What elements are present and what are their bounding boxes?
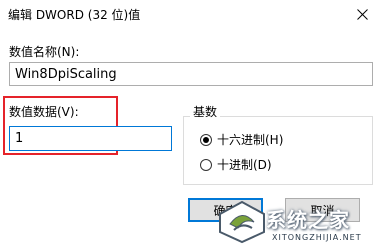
value-name-text: Win8DpiScaling	[15, 66, 117, 82]
value-data-text: 1	[15, 131, 24, 146]
close-icon	[357, 8, 368, 20]
radio-hexadecimal[interactable]: 十六进制(H)	[200, 131, 283, 148]
watermark-logo: 系统之家 XITONGZHIJIA.NET	[216, 200, 382, 250]
base-group-title: 基数	[190, 103, 221, 120]
radio-dot	[203, 136, 209, 143]
value-name-field[interactable]: Win8DpiScaling	[9, 62, 373, 86]
radio-decimal[interactable]: 十进制(D)	[200, 156, 272, 173]
radio-button[interactable]	[200, 158, 212, 171]
value-data-input[interactable]: 1	[9, 126, 172, 151]
title-bar[interactable]: 编辑 DWORD (32 位)值	[0, 0, 382, 28]
watermark-badge-icon	[219, 200, 265, 244]
watermark-url: XITONGZHIJIA.NET	[272, 233, 362, 242]
radio-decimal-label: 十进制(D)	[217, 158, 272, 172]
radio-button-selected[interactable]	[200, 133, 212, 146]
close-button[interactable]	[343, 0, 382, 28]
dialog-title: 编辑 DWORD (32 位)值	[8, 8, 141, 22]
edit-dword-dialog: 编辑 DWORD (32 位)值 数值名称(N): Win8DpiScaling…	[0, 0, 382, 250]
base-groupbox	[183, 116, 373, 185]
value-name-label: 数值名称(N):	[9, 45, 80, 59]
value-data-label: 数值数据(V):	[9, 105, 79, 119]
watermark-text: 系统之家	[266, 208, 350, 232]
radio-hexadecimal-label: 十六进制(H)	[217, 133, 284, 147]
